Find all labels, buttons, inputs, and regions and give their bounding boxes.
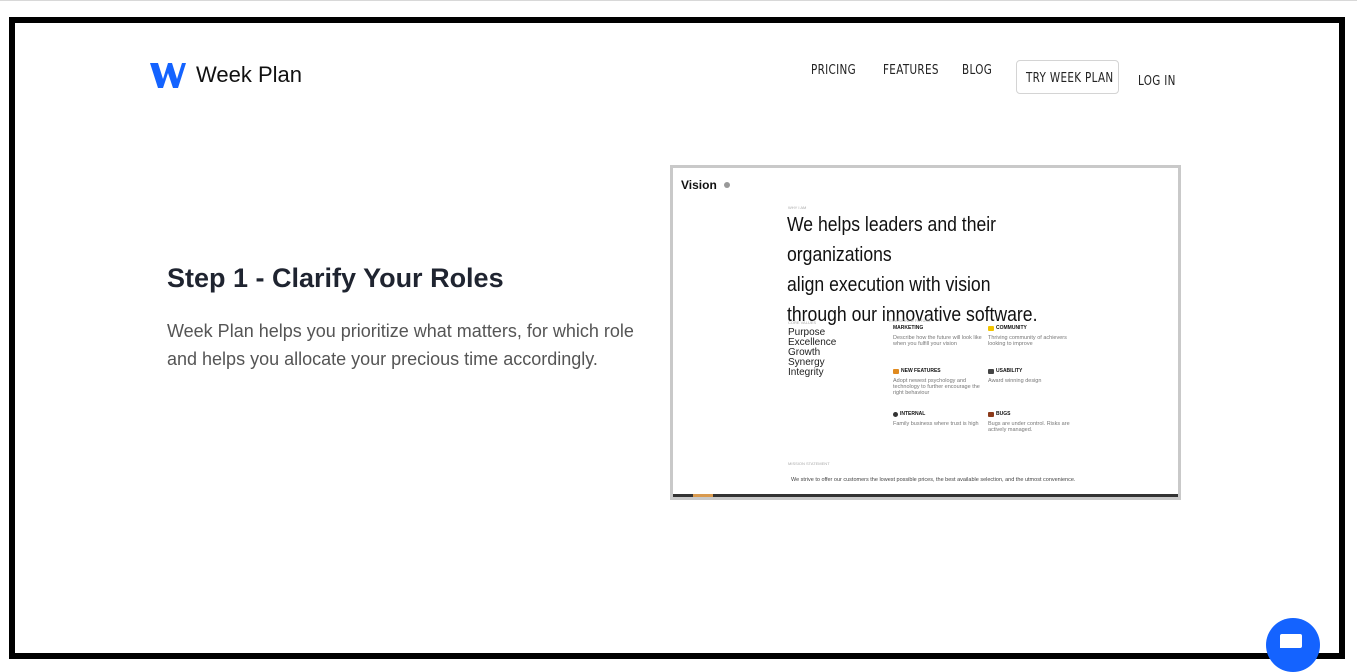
try-week-plan-label: TRY WEEK PLAN (1026, 71, 1114, 86)
section-heading: Step 1 - Clarify Your Roles (167, 263, 504, 293)
card-body: Award winning design (988, 378, 1042, 384)
future-card-usability[interactable]: USABILITY Award winning design (988, 368, 1080, 384)
bug-icon (988, 411, 994, 417)
envisioned-future-label: ENVISIONED FUTURE (889, 318, 932, 323)
nav-features[interactable]: FEATURES (883, 63, 939, 78)
nav-blog[interactable]: BLOG (962, 63, 994, 78)
vision-title: Vision (681, 178, 717, 192)
future-card-community[interactable]: COMMUNITY Thriving community of achiever… (988, 325, 1080, 347)
laptop-icon (988, 368, 994, 374)
heart-icon (988, 325, 994, 331)
vision-screenshot: Vision WHY I AM We helps leaders and the… (670, 165, 1181, 500)
card-title: MARKETING (893, 325, 924, 331)
card-body: Describe how the future will look like w… (893, 335, 982, 347)
top-border (0, 0, 1357, 1)
core-values-label: CORE VALUES (788, 320, 817, 325)
card-body: Bugs are under control. Risks are active… (988, 421, 1070, 433)
login-link[interactable]: LOG IN (1138, 74, 1176, 89)
future-card-marketing[interactable]: MARKETING Describe how the future will l… (893, 325, 985, 347)
week-plan-logo-icon (150, 63, 186, 88)
core-value: Integrity (788, 367, 824, 378)
card-body: Thriving community of achievers looking … (988, 335, 1067, 347)
card-title: INTERNAL (900, 411, 926, 417)
nav-pricing[interactable]: PRICING (811, 63, 859, 78)
brand-name: Week Plan (196, 62, 302, 87)
screenshot-bottom-bar (673, 494, 1178, 497)
vision-line: align execution with vision (787, 274, 991, 296)
card-title: COMMUNITY (996, 325, 1027, 331)
chat-icon (1280, 634, 1302, 648)
section-description: Week Plan helps you prioritize what matt… (167, 321, 634, 369)
future-card-new-features[interactable]: NEW FEATURES Adopt newest psychology and… (893, 368, 985, 396)
vision-statement: We helps leaders and their organizations… (787, 210, 1077, 330)
vision-line: We helps leaders and their organizations (787, 214, 997, 266)
card-title: BUGS (996, 411, 1011, 417)
help-icon (724, 182, 730, 188)
gift-icon (893, 368, 899, 374)
try-week-plan-button[interactable]: TRY WEEK PLAN (1016, 60, 1119, 94)
mission-statement: We strive to offer our customers the low… (791, 477, 1076, 483)
mission-label: MISSION STATEMENT (788, 461, 830, 466)
card-body: Adopt newest psychology and technology t… (893, 378, 980, 396)
future-card-bugs[interactable]: BUGS Bugs are under control. Risks are a… (988, 411, 1080, 433)
core-values-list: Purpose Excellence Growth Synergy Integr… (788, 328, 836, 378)
pie-icon (893, 411, 898, 417)
card-title: USABILITY (996, 368, 1023, 374)
screenshot-bar-accent (693, 494, 713, 497)
page-frame: Week Plan PRICING FEATURES BLOG TRY WEEK… (9, 17, 1345, 659)
card-body: Family business where trust is high (893, 421, 979, 427)
card-title: NEW FEATURES (901, 368, 941, 374)
brand-logo[interactable]: Week Plan (149, 61, 302, 89)
chat-launcher-button[interactable] (1266, 618, 1320, 672)
future-card-internal[interactable]: INTERNAL Family business where trust is … (893, 411, 985, 427)
